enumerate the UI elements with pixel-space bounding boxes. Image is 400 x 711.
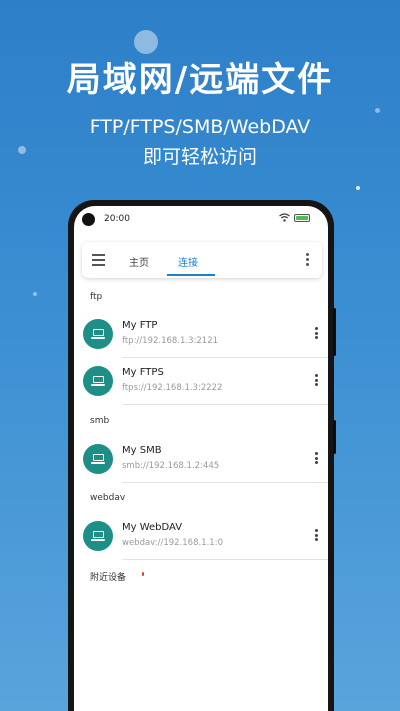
- connection-url: ftp://192.168.1.3:2121: [122, 336, 219, 346]
- promo-tagline: 即可轻松访问: [142, 146, 257, 168]
- connection-avatar: [83, 366, 113, 396]
- phone-frame: 20:00 主页 连接 ftp My FTP ftp://192.168.1.3…: [68, 200, 336, 711]
- divider: [122, 404, 328, 405]
- battery-level: [296, 215, 308, 220]
- tab-connections[interactable]: 连接: [178, 254, 198, 269]
- more-vertical-icon[interactable]: [315, 529, 318, 543]
- laptop-icon: [91, 531, 105, 541]
- connection-name: My FTPS: [122, 367, 164, 378]
- connection-url: smb://192.168.1.2:445: [122, 461, 220, 471]
- connection-row[interactable]: My SMB smb://192.168.1.2:445: [74, 436, 328, 482]
- decorative-bubble: [33, 292, 37, 296]
- status-bar: 20:00: [74, 206, 328, 232]
- active-tab-indicator: [167, 274, 215, 276]
- section-label-webdav: webdav: [90, 493, 126, 503]
- promo-protocols: FTP/FTPS/SMB/WebDAV: [89, 116, 311, 138]
- laptop-icon: [91, 376, 105, 386]
- decorative-bubble: [375, 108, 380, 113]
- divider: [122, 482, 328, 483]
- connection-name: My SMB: [122, 445, 162, 456]
- connection-avatar: [83, 444, 113, 474]
- more-vertical-icon[interactable]: [315, 452, 318, 466]
- connection-url: ftps://192.168.1.3:2222: [122, 383, 223, 393]
- app-bar: 主页 连接: [82, 242, 322, 278]
- phone-screen: 20:00 主页 连接 ftp My FTP ftp://192.168.1.3…: [74, 206, 328, 711]
- front-camera: [82, 213, 95, 226]
- decorative-bubble: [356, 186, 360, 190]
- wifi-icon: [279, 213, 290, 222]
- status-time: 20:00: [104, 214, 130, 224]
- connection-name: My WebDAV: [122, 522, 183, 533]
- section-label-ftp: ftp: [90, 292, 103, 302]
- promo-headline: 局域网/远端文件: [66, 60, 334, 100]
- nearby-devices-label[interactable]: 附近设备: [90, 570, 126, 583]
- connection-avatar: [83, 319, 113, 349]
- connection-name: My FTP: [122, 320, 158, 331]
- more-vertical-icon[interactable]: [315, 374, 318, 388]
- battery-icon: [294, 213, 310, 222]
- connection-row[interactable]: My FTP ftp://192.168.1.3:2121: [74, 311, 328, 357]
- connection-row[interactable]: My WebDAV webdav://192.168.1.1:0: [74, 513, 328, 559]
- laptop-icon: [91, 329, 105, 339]
- more-vertical-icon[interactable]: [306, 253, 310, 268]
- connection-url: webdav://192.168.1.1:0: [122, 538, 223, 548]
- laptop-icon: [91, 454, 105, 464]
- divider: [122, 559, 328, 560]
- connection-row[interactable]: My FTPS ftps://192.168.1.3:2222: [74, 358, 328, 404]
- status-icons: [279, 213, 310, 222]
- hamburger-menu-icon[interactable]: [92, 254, 105, 266]
- section-label-smb: smb: [90, 416, 110, 426]
- more-vertical-icon[interactable]: [315, 327, 318, 341]
- phone-side-button: [333, 308, 336, 356]
- decorative-bubble: [134, 30, 158, 54]
- connection-avatar: [83, 521, 113, 551]
- phone-side-button: [333, 420, 336, 454]
- nearby-indicator: [142, 572, 144, 576]
- tab-home[interactable]: 主页: [129, 254, 149, 269]
